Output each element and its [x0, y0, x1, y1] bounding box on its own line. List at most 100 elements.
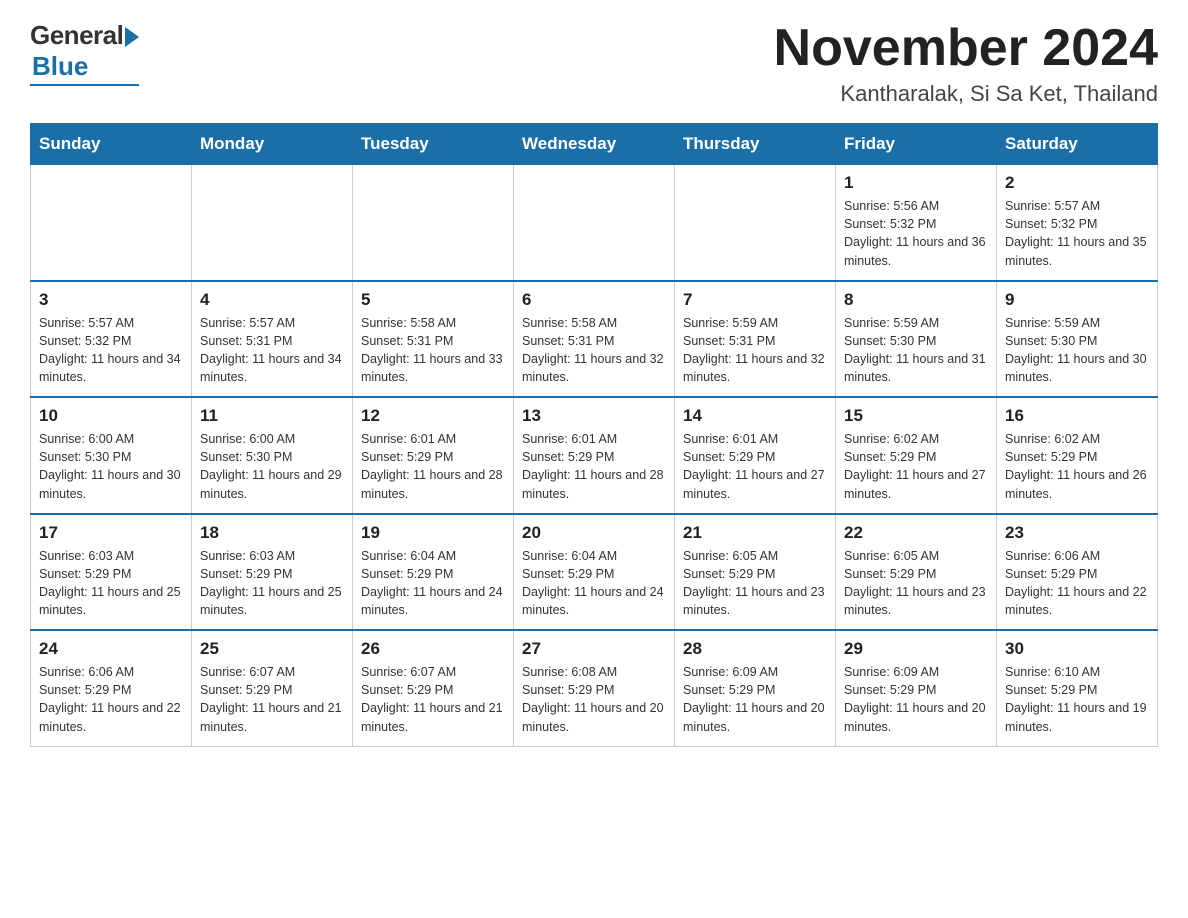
calendar-cell: 11 Sunrise: 6:00 AMSunset: 5:30 PMDayligh… — [192, 397, 353, 514]
day-number: 20 — [522, 523, 666, 543]
calendar-week-row: 3 Sunrise: 5:57 AMSunset: 5:32 PMDaylight… — [31, 281, 1158, 398]
day-number: 2 — [1005, 173, 1149, 193]
day-number: 3 — [39, 290, 183, 310]
day-number: 28 — [683, 639, 827, 659]
logo-blue-text: Blue — [32, 51, 88, 82]
calendar-cell: 2 Sunrise: 5:57 AMSunset: 5:32 PMDaylight… — [997, 165, 1158, 281]
calendar-cell: 14 Sunrise: 6:01 AMSunset: 5:29 PMDayligh… — [675, 397, 836, 514]
day-sun-info: Sunrise: 6:01 AMSunset: 5:29 PMDaylight:… — [361, 430, 505, 503]
calendar-cell: 18 Sunrise: 6:03 AMSunset: 5:29 PMDayligh… — [192, 514, 353, 631]
day-sun-info: Sunrise: 5:58 AMSunset: 5:31 PMDaylight:… — [522, 314, 666, 387]
day-sun-info: Sunrise: 5:57 AMSunset: 5:32 PMDaylight:… — [39, 314, 183, 387]
page-header: General Blue November 2024 Kantharalak, … — [30, 20, 1158, 107]
page-title: November 2024 — [774, 20, 1158, 77]
calendar-day-header: Sunday — [31, 124, 192, 165]
calendar-cell: 6 Sunrise: 5:58 AMSunset: 5:31 PMDaylight… — [514, 281, 675, 398]
day-sun-info: Sunrise: 6:04 AMSunset: 5:29 PMDaylight:… — [522, 547, 666, 620]
day-sun-info: Sunrise: 6:09 AMSunset: 5:29 PMDaylight:… — [844, 663, 988, 736]
day-sun-info: Sunrise: 6:02 AMSunset: 5:29 PMDaylight:… — [1005, 430, 1149, 503]
day-sun-info: Sunrise: 6:10 AMSunset: 5:29 PMDaylight:… — [1005, 663, 1149, 736]
calendar-cell: 28Sunrise: 6:09 AMSunset: 5:29 PMDayligh… — [675, 630, 836, 746]
day-sun-info: Sunrise: 6:02 AMSunset: 5:29 PMDaylight:… — [844, 430, 988, 503]
calendar-cell — [31, 165, 192, 281]
calendar-cell: 30 Sunrise: 6:10 AMSunset: 5:29 PMDayligh… — [997, 630, 1158, 746]
calendar-cell — [192, 165, 353, 281]
calendar-cell: 20 Sunrise: 6:04 AMSunset: 5:29 PMDayligh… — [514, 514, 675, 631]
calendar-day-header: Tuesday — [353, 124, 514, 165]
day-number: 11 — [200, 406, 344, 426]
day-number: 14 — [683, 406, 827, 426]
day-number: 4 — [200, 290, 344, 310]
page-subtitle: Kantharalak, Si Sa Ket, Thailand — [774, 81, 1158, 107]
calendar-cell: 3 Sunrise: 5:57 AMSunset: 5:32 PMDaylight… — [31, 281, 192, 398]
calendar-cell: 21Sunrise: 6:05 AMSunset: 5:29 PMDayligh… — [675, 514, 836, 631]
calendar-week-row: 1 Sunrise: 5:56 AMSunset: 5:32 PMDaylight… — [31, 165, 1158, 281]
day-number: 7 — [683, 290, 827, 310]
calendar-cell: 12 Sunrise: 6:01 AMSunset: 5:29 PMDayligh… — [353, 397, 514, 514]
day-number: 6 — [522, 290, 666, 310]
calendar-cell — [353, 165, 514, 281]
calendar-cell: 13 Sunrise: 6:01 AMSunset: 5:29 PMDayligh… — [514, 397, 675, 514]
day-sun-info: Sunrise: 6:01 AMSunset: 5:29 PMDaylight:… — [683, 430, 827, 503]
day-number: 13 — [522, 406, 666, 426]
day-sun-info: Sunrise: 5:59 AMSunset: 5:30 PMDaylight:… — [1005, 314, 1149, 387]
calendar-cell — [514, 165, 675, 281]
day-sun-info: Sunrise: 5:56 AMSunset: 5:32 PMDaylight:… — [844, 197, 988, 270]
logo-general-text: General — [30, 20, 123, 51]
calendar-cell: 10 Sunrise: 6:00 AMSunset: 5:30 PMDayligh… — [31, 397, 192, 514]
day-number: 10 — [39, 406, 183, 426]
day-sun-info: Sunrise: 6:03 AMSunset: 5:29 PMDaylight:… — [200, 547, 344, 620]
calendar-header-row: SundayMondayTuesdayWednesdayThursdayFrid… — [31, 124, 1158, 165]
day-sun-info: Sunrise: 5:57 AMSunset: 5:32 PMDaylight:… — [1005, 197, 1149, 270]
day-number: 18 — [200, 523, 344, 543]
calendar-cell: 15 Sunrise: 6:02 AMSunset: 5:29 PMDayligh… — [836, 397, 997, 514]
day-sun-info: Sunrise: 6:01 AMSunset: 5:29 PMDaylight:… — [522, 430, 666, 503]
day-sun-info: Sunrise: 6:00 AMSunset: 5:30 PMDaylight:… — [39, 430, 183, 503]
day-number: 22 — [844, 523, 988, 543]
day-number: 29 — [844, 639, 988, 659]
day-number: 15 — [844, 406, 988, 426]
calendar-cell: 16 Sunrise: 6:02 AMSunset: 5:29 PMDayligh… — [997, 397, 1158, 514]
day-number: 23 — [1005, 523, 1149, 543]
day-sun-info: Sunrise: 5:59 AMSunset: 5:31 PMDaylight:… — [683, 314, 827, 387]
day-number: 17 — [39, 523, 183, 543]
calendar-day-header: Saturday — [997, 124, 1158, 165]
calendar-day-header: Friday — [836, 124, 997, 165]
calendar-cell: 24 Sunrise: 6:06 AMSunset: 5:29 PMDayligh… — [31, 630, 192, 746]
calendar-cell: 25Sunrise: 6:07 AMSunset: 5:29 PMDayligh… — [192, 630, 353, 746]
calendar-cell — [675, 165, 836, 281]
day-number: 21 — [683, 523, 827, 543]
calendar-cell: 17 Sunrise: 6:03 AMSunset: 5:29 PMDayligh… — [31, 514, 192, 631]
calendar-cell: 22Sunrise: 6:05 AMSunset: 5:29 PMDayligh… — [836, 514, 997, 631]
day-sun-info: Sunrise: 6:00 AMSunset: 5:30 PMDaylight:… — [200, 430, 344, 503]
day-sun-info: Sunrise: 5:57 AMSunset: 5:31 PMDaylight:… — [200, 314, 344, 387]
calendar-cell: 5Sunrise: 5:58 AMSunset: 5:31 PMDaylight… — [353, 281, 514, 398]
day-number: 30 — [1005, 639, 1149, 659]
calendar-day-header: Monday — [192, 124, 353, 165]
day-number: 19 — [361, 523, 505, 543]
day-sun-info: Sunrise: 5:59 AMSunset: 5:30 PMDaylight:… — [844, 314, 988, 387]
day-sun-info: Sunrise: 6:03 AMSunset: 5:29 PMDaylight:… — [39, 547, 183, 620]
calendar-cell: 7 Sunrise: 5:59 AMSunset: 5:31 PMDaylight… — [675, 281, 836, 398]
logo: General Blue — [30, 20, 139, 86]
calendar-week-row: 10 Sunrise: 6:00 AMSunset: 5:30 PMDayligh… — [31, 397, 1158, 514]
calendar-cell: 26Sunrise: 6:07 AMSunset: 5:29 PMDayligh… — [353, 630, 514, 746]
day-number: 5 — [361, 290, 505, 310]
day-sun-info: Sunrise: 6:07 AMSunset: 5:29 PMDaylight:… — [361, 663, 505, 736]
day-number: 1 — [844, 173, 988, 193]
day-sun-info: Sunrise: 6:06 AMSunset: 5:29 PMDaylight:… — [39, 663, 183, 736]
calendar-day-header: Thursday — [675, 124, 836, 165]
calendar-cell: 27Sunrise: 6:08 AMSunset: 5:29 PMDayligh… — [514, 630, 675, 746]
title-section: November 2024 Kantharalak, Si Sa Ket, Th… — [774, 20, 1158, 107]
day-number: 12 — [361, 406, 505, 426]
calendar-cell: 23Sunrise: 6:06 AMSunset: 5:29 PMDayligh… — [997, 514, 1158, 631]
calendar-cell: 19Sunrise: 6:04 AMSunset: 5:29 PMDayligh… — [353, 514, 514, 631]
calendar-day-header: Wednesday — [514, 124, 675, 165]
calendar-cell: 8Sunrise: 5:59 AMSunset: 5:30 PMDaylight… — [836, 281, 997, 398]
day-number: 16 — [1005, 406, 1149, 426]
day-sun-info: Sunrise: 6:08 AMSunset: 5:29 PMDaylight:… — [522, 663, 666, 736]
day-sun-info: Sunrise: 6:07 AMSunset: 5:29 PMDaylight:… — [200, 663, 344, 736]
day-number: 24 — [39, 639, 183, 659]
day-number: 9 — [1005, 290, 1149, 310]
calendar-cell: 1 Sunrise: 5:56 AMSunset: 5:32 PMDaylight… — [836, 165, 997, 281]
